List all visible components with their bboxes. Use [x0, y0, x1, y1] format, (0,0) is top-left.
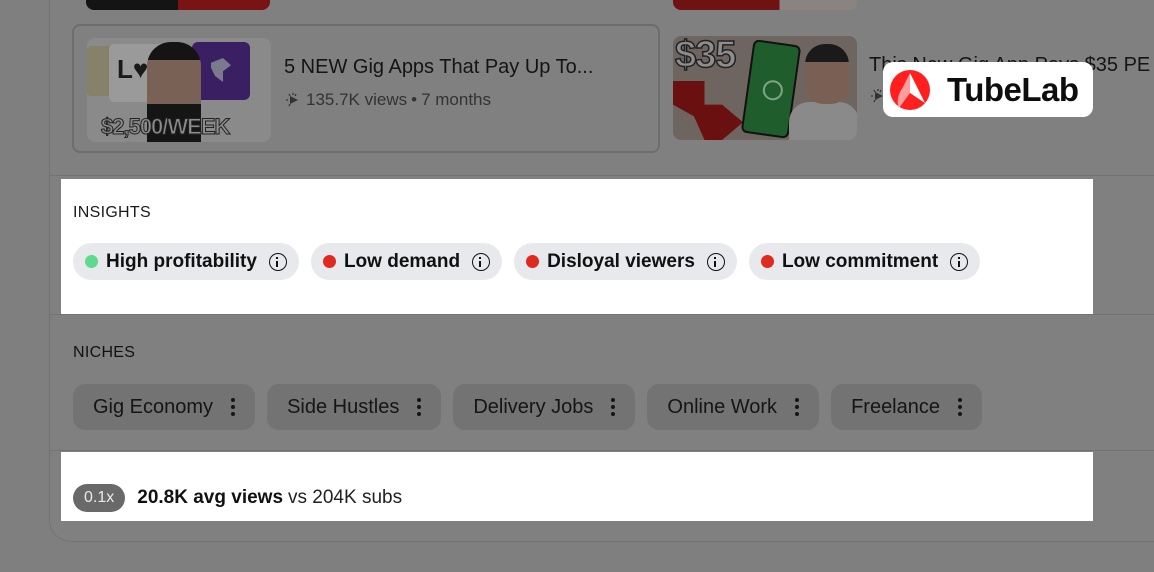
niche-label: Side Hustles	[287, 395, 400, 418]
brand-badge: TubeLab	[883, 62, 1093, 117]
status-dot	[85, 255, 98, 268]
video-thumbnail-partial[interactable]	[86, 0, 270, 10]
video-meta: 135.7K views • 7 months	[284, 90, 491, 110]
more-options-icon[interactable]	[795, 398, 800, 416]
more-options-icon[interactable]	[417, 398, 422, 416]
thumbnail-graphic	[673, 81, 743, 140]
video-thumbnail[interactable]: L♥ $2,500/WEEK	[87, 38, 271, 142]
niche-chip[interactable]: Gig Economy	[73, 384, 256, 430]
insight-label: Low demand	[343, 250, 461, 272]
insights-label: INSIGHTS	[73, 204, 151, 221]
insight-chips: High profitability Low demand Disloyal v…	[73, 243, 981, 280]
status-dot	[526, 255, 540, 268]
insight-chip-disloyal-viewers[interactable]: Disloyal viewers	[514, 243, 737, 280]
insight-label: High profitability	[106, 250, 257, 272]
niche-label: Delivery Jobs	[473, 395, 594, 418]
thumbnail-caption: $2,500/WEEK	[100, 114, 230, 140]
niches-label: NICHES	[73, 344, 136, 361]
brand-name: TubeLab	[947, 71, 1079, 108]
niche-chip[interactable]: Freelance	[831, 384, 982, 430]
info-icon[interactable]	[706, 252, 725, 271]
thumbnail-person	[805, 44, 849, 104]
thumbnail-caption: $35	[674, 36, 737, 77]
insights-section: INSIGHTS High profitability Low demand D…	[61, 179, 1093, 314]
ratio-badge: 0.1x	[73, 484, 126, 512]
tubelab-logo-icon	[890, 70, 930, 110]
video-age: 7 months	[421, 90, 492, 109]
niche-label: Freelance	[851, 395, 940, 418]
niche-chip[interactable]: Online Work	[647, 384, 820, 430]
insight-label: Low commitment	[781, 250, 939, 272]
more-options-icon[interactable]	[611, 398, 616, 416]
niche-chip[interactable]: Delivery Jobs	[453, 384, 636, 430]
avg-views: 20.8K avg views	[137, 487, 284, 508]
stats-section: 0.1x 20.8K avg views vs 204K subs	[61, 452, 1093, 521]
thumbnail-person	[789, 102, 857, 140]
insight-chip-low-demand[interactable]: Low demand	[310, 243, 503, 280]
meta-separator: •	[411, 90, 418, 109]
section-divider	[49, 175, 1154, 176]
subscriber-count: vs 204K subs	[288, 487, 403, 508]
view-count: 135.7K views	[306, 90, 408, 109]
video-thumbnail[interactable]: $35	[673, 36, 857, 140]
niche-label: Gig Economy	[93, 395, 214, 418]
section-divider	[49, 314, 1154, 315]
status-dot	[760, 255, 774, 268]
more-options-icon[interactable]	[231, 398, 236, 416]
insight-chip-low-commitment[interactable]: Low commitment	[748, 243, 981, 280]
trending-icon	[286, 93, 298, 107]
video-card[interactable]: L♥ $2,500/WEEK 5 NEW Gig Apps That Pay U…	[72, 24, 660, 153]
status-dot	[322, 255, 336, 268]
insight-chip-high-profitability[interactable]: High profitability	[73, 243, 299, 280]
more-options-icon[interactable]	[958, 398, 962, 416]
section-divider	[49, 450, 1154, 451]
video-thumbnail-partial[interactable]	[673, 0, 857, 10]
info-icon[interactable]	[268, 252, 287, 271]
niche-chip[interactable]: Side Hustles	[267, 384, 442, 430]
niche-label: Online Work	[667, 395, 778, 418]
video-title[interactable]: 5 NEW Gig Apps That Pay Up To...	[284, 56, 593, 79]
views-ratio-row: 0.1x 20.8K avg views vs 204K subs	[73, 484, 402, 512]
info-icon[interactable]	[472, 252, 491, 271]
niche-chips: Gig Economy Side Hustles Delivery Jobs O…	[73, 384, 982, 430]
info-icon[interactable]	[950, 252, 969, 271]
insight-label: Disloyal viewers	[547, 250, 695, 272]
